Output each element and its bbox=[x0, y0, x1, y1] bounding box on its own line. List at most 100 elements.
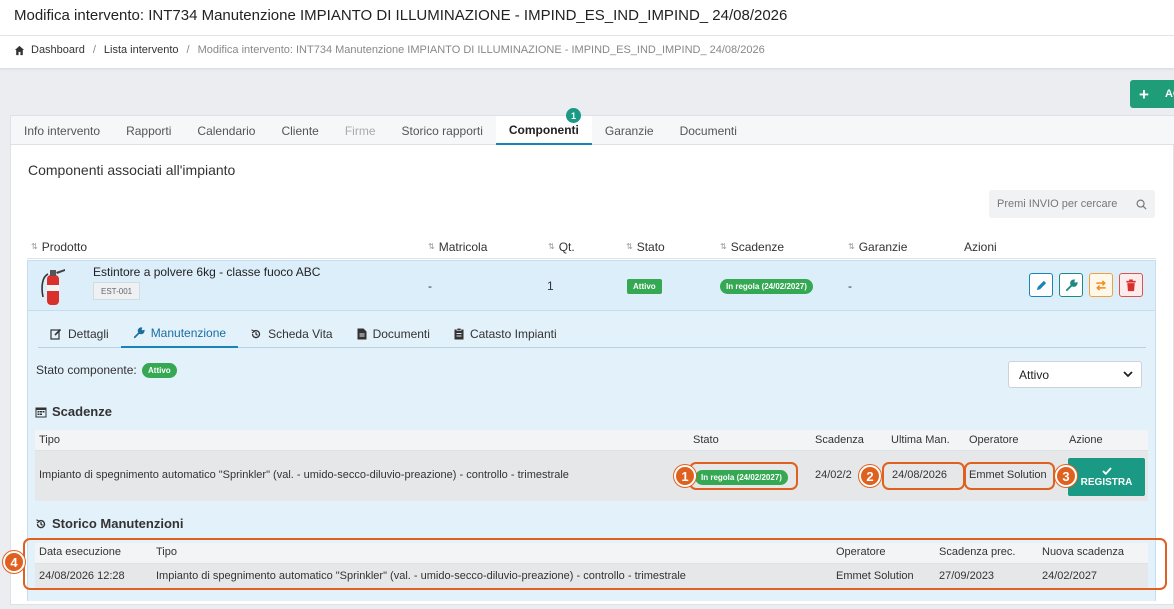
add-button-label: AC bbox=[1164, 88, 1174, 100]
file-icon bbox=[357, 328, 367, 339]
col-operatore: Operatore bbox=[969, 434, 1019, 446]
extinguisher-icon bbox=[41, 269, 65, 305]
subtab-label: Manutenzione bbox=[150, 325, 227, 340]
breadcrumb-dashboard-link[interactable]: Dashboard bbox=[31, 44, 85, 56]
search-placeholder: Premi INVIO per cercare bbox=[997, 198, 1118, 210]
cell-qty: 1 bbox=[547, 279, 554, 293]
stato-componente-badge: Attivo bbox=[142, 363, 177, 378]
history-icon bbox=[251, 328, 261, 338]
tab-info-intervento[interactable]: Info intervento bbox=[11, 116, 113, 145]
cell-matricola: - bbox=[428, 279, 432, 293]
scadenza-tipo: Impianto di spegnimento automatico "Spri… bbox=[39, 469, 569, 481]
table-divider bbox=[27, 258, 1156, 259]
storico-heading: Storico Manutenzioni bbox=[35, 516, 183, 531]
edit-icon bbox=[50, 328, 62, 340]
status-badge: Attivo bbox=[627, 279, 662, 294]
subtab-manutenzione[interactable]: Manutenzione bbox=[120, 319, 239, 348]
breadcrumb-list-link[interactable]: Lista intervento bbox=[104, 44, 179, 56]
col-label: Matricola bbox=[438, 240, 488, 254]
registra-button[interactable]: REGISTRA bbox=[1068, 458, 1145, 496]
subtab-label: Documenti bbox=[372, 326, 430, 341]
calendar-icon bbox=[35, 407, 47, 417]
trash-icon bbox=[1126, 278, 1136, 291]
annotation-marker: 3 bbox=[1055, 465, 1077, 487]
col-scadenze[interactable]: ⇅ Scadenze bbox=[720, 240, 784, 254]
col-tipo: Tipo bbox=[39, 434, 60, 446]
subtab-label: Dettagli bbox=[68, 326, 109, 341]
status-select-value: Attivo bbox=[1019, 367, 1050, 382]
edit-button[interactable] bbox=[1029, 273, 1053, 297]
maintenance-button[interactable] bbox=[1059, 273, 1083, 297]
wrench-icon bbox=[133, 326, 145, 338]
breadcrumb-separator: / bbox=[186, 44, 190, 56]
sort-icon: ⇅ bbox=[428, 242, 435, 251]
col-label: Prodotto bbox=[41, 240, 88, 254]
tab-garanzie[interactable]: Garanzie bbox=[592, 116, 667, 145]
subtab-label: Scheda Vita bbox=[268, 326, 333, 341]
tab-calendario[interactable]: Calendario bbox=[184, 116, 268, 145]
col-label: Scadenze bbox=[730, 240, 785, 254]
swap-icon bbox=[1096, 279, 1106, 291]
breadcrumb-current: Modifica intervento: INT734 Manutenzione… bbox=[197, 44, 765, 56]
col-scadenza: Scadenza bbox=[815, 434, 864, 446]
sort-icon: ⇅ bbox=[720, 242, 727, 251]
subtab-label: Catasto Impianti bbox=[469, 326, 557, 341]
tab-documenti[interactable]: Documenti bbox=[667, 116, 750, 145]
col-qty[interactable]: ⇅ Qt. bbox=[548, 240, 575, 254]
history-icon bbox=[36, 518, 46, 528]
main-tabs: Info intervento Rapporti Calendario Clie… bbox=[11, 116, 1174, 145]
registra-label: REGISTRA bbox=[1080, 476, 1133, 488]
storico-title: Storico Manutenzioni bbox=[52, 516, 184, 531]
section-title: Componenti associati all'impianto bbox=[28, 162, 236, 178]
subtab-dettagli[interactable]: Dettagli bbox=[38, 319, 121, 348]
breadcrumb: Dashboard / Lista intervento / Modifica … bbox=[14, 44, 765, 56]
breadcrumb-separator: / bbox=[92, 44, 96, 56]
component-name[interactable]: Estintore a polvere 6kg - classe fuoco A… bbox=[93, 265, 320, 279]
annotation-marker: 2 bbox=[859, 465, 881, 487]
search-icon bbox=[1136, 199, 1147, 210]
annotation-marker: 4 bbox=[3, 551, 25, 573]
sort-icon: ⇅ bbox=[848, 242, 855, 251]
component-code: EST-001 bbox=[93, 282, 141, 300]
col-stato[interactable]: ⇅ Stato bbox=[626, 240, 665, 254]
scadenze-badge: In regola (24/02/2027) bbox=[720, 279, 813, 294]
tab-firme: Firme bbox=[344, 123, 376, 138]
col-label: Stato bbox=[636, 240, 665, 254]
subtab-catasto-impianti[interactable]: Catasto Impianti bbox=[442, 319, 569, 348]
annotation-highlight bbox=[689, 462, 798, 490]
subtab-scheda-vita[interactable]: Scheda Vita bbox=[238, 319, 345, 348]
stato-componente-label: Stato componente: bbox=[36, 363, 137, 377]
annotation-marker: 1 bbox=[674, 465, 696, 487]
status-select[interactable]: Attivo bbox=[1008, 361, 1142, 388]
col-stato: Stato bbox=[693, 434, 719, 446]
col-matricola[interactable]: ⇅ Matricola bbox=[428, 240, 487, 254]
pencil-icon bbox=[1036, 280, 1046, 290]
subtab-documenti[interactable]: Documenti bbox=[345, 319, 442, 348]
tab-rapporti[interactable]: Rapporti bbox=[113, 116, 184, 145]
col-label: Qt. bbox=[558, 240, 575, 254]
scadenze-title: Scadenze bbox=[52, 404, 112, 419]
col-prodotto[interactable]: ⇅ Prodotto bbox=[31, 240, 87, 254]
tab-storico-rapporti[interactable]: Storico rapporti bbox=[389, 116, 496, 145]
chevron-down-icon bbox=[1123, 371, 1133, 378]
tab-cliente[interactable]: Cliente bbox=[268, 116, 331, 145]
sort-icon: ⇅ bbox=[548, 242, 555, 251]
swap-button[interactable] bbox=[1089, 273, 1113, 297]
sort-icon: ⇅ bbox=[626, 242, 633, 251]
home-icon bbox=[14, 45, 25, 55]
search-input[interactable]: Premi INVIO per cercare bbox=[989, 190, 1155, 218]
plus-icon: + bbox=[1139, 84, 1149, 104]
annotation-highlight bbox=[964, 462, 1055, 490]
scadenza-date: 24/02/2 bbox=[815, 469, 852, 481]
clipboard-icon bbox=[454, 327, 464, 339]
delete-button[interactable] bbox=[1119, 273, 1143, 297]
check-icon bbox=[1101, 466, 1112, 475]
component-subtabs: Dettagli Manutenzione Scheda Vita Docume… bbox=[38, 319, 1146, 348]
col-azione: Azione bbox=[1069, 434, 1103, 446]
col-garanzie[interactable]: ⇅ Garanzie bbox=[848, 240, 907, 254]
col-label: Garanzie bbox=[858, 240, 908, 254]
cell-garanzie: - bbox=[848, 279, 852, 293]
add-button[interactable]: + AC bbox=[1130, 80, 1174, 108]
annotation-highlight bbox=[23, 538, 1167, 590]
sort-icon: ⇅ bbox=[31, 242, 38, 251]
